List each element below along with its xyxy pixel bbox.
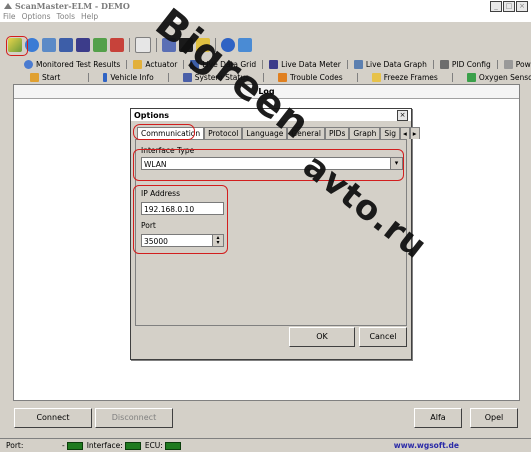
bottom-bar: Connect Disconnect Alfa Opel	[0, 404, 531, 430]
port-status-value: -	[62, 441, 65, 450]
test-icon	[24, 59, 33, 69]
tab-pids[interactable]: PIDs	[324, 127, 350, 139]
disconnect-button[interactable]: Disconnect	[95, 408, 173, 428]
graph-icon[interactable]	[93, 38, 107, 52]
ecu-led-icon	[164, 441, 181, 450]
menu-help[interactable]: Help	[81, 12, 98, 22]
connect-button[interactable]: Connect	[14, 408, 92, 428]
tab-graph[interactable]: Graph	[349, 127, 381, 139]
tab-vehicle-info[interactable]: Vehicle Info	[89, 72, 169, 82]
warning-icon	[278, 72, 287, 82]
actuator-icon	[133, 59, 143, 69]
window-title: ScanMaster-ELM - DEMO	[15, 1, 130, 11]
dtc-icon[interactable]	[135, 37, 151, 53]
meter-icon[interactable]	[76, 38, 90, 52]
interface-type-highlight	[133, 149, 404, 181]
interface-status-label: Interface:	[86, 441, 123, 450]
menu-options[interactable]: Options	[22, 12, 51, 22]
tab-sig[interactable]: Sig	[380, 127, 400, 139]
close-button[interactable]: ×	[516, 1, 528, 12]
status-bar: Port: - Interface: ECU: www.wgsoft.de	[0, 438, 531, 452]
feature-tabs-row1: Monitored Test Results Actuator Live Dat…	[18, 58, 531, 70]
website-link[interactable]: www.wgsoft.de	[394, 441, 459, 450]
ok-button[interactable]: OK	[289, 327, 355, 347]
menu-tools[interactable]: Tools	[57, 12, 75, 22]
tab-pid-config[interactable]: PID Config	[434, 59, 498, 69]
title-bar: ScanMaster-ELM - DEMO _ □ ×	[0, 0, 531, 12]
toolbar-separator	[129, 38, 130, 52]
communication-tab-highlight	[133, 124, 195, 140]
grid-icon[interactable]	[59, 38, 73, 52]
menu-file[interactable]: File	[3, 12, 16, 22]
ecu-status-label: ECU:	[144, 441, 163, 450]
tab-start[interactable]: Start	[24, 72, 90, 82]
tab-protocol[interactable]: Protocol	[204, 127, 243, 139]
dialog-title: Options	[134, 110, 170, 120]
interface-led-icon	[124, 441, 141, 450]
settings-icon[interactable]	[110, 38, 124, 52]
graph-icon	[353, 59, 363, 69]
status-icon	[182, 72, 192, 82]
pid-icon	[439, 59, 449, 69]
tab-freeze-frames[interactable]: Freeze Frames	[358, 72, 453, 82]
tab-live-data-graph[interactable]: Live Data Graph	[348, 59, 434, 69]
data-icon[interactable]	[42, 38, 56, 52]
port-led-icon	[66, 441, 83, 450]
tab-power[interactable]: Power	[498, 59, 531, 69]
tab-oxygen-sensors[interactable]: Oxygen Sensors	[453, 72, 531, 82]
cancel-button[interactable]: Cancel	[359, 327, 407, 347]
start-icon	[30, 72, 39, 82]
meter-icon	[269, 59, 279, 69]
opel-button[interactable]: Opel	[470, 408, 518, 428]
maximize-button[interactable]: □	[503, 1, 515, 12]
tab-scroll-right-button[interactable]: ▸	[409, 127, 420, 139]
port-status-label: Port:	[6, 441, 24, 450]
tab-scroll-left-button[interactable]: ◂	[399, 127, 410, 139]
tab-live-data-meter[interactable]: Live Data Meter	[263, 59, 348, 69]
minimize-button[interactable]: _	[490, 1, 502, 12]
tab-monitored-test-results[interactable]: Monitored Test Results	[18, 59, 128, 69]
tab-actuator[interactable]: Actuator	[127, 59, 185, 69]
toolbar	[0, 34, 531, 56]
power-icon	[503, 59, 513, 69]
menu-bar: File Options Tools Help	[0, 12, 531, 22]
dialog-close-button[interactable]: ×	[397, 110, 408, 121]
alfa-button[interactable]: Alfa	[414, 408, 462, 428]
ip-port-highlight	[133, 185, 228, 254]
freeze-icon	[371, 72, 381, 82]
sensor-icon	[466, 72, 476, 82]
toolbar-highlight-marker	[6, 36, 28, 56]
info-icon	[103, 72, 108, 82]
app-icon	[3, 1, 13, 11]
